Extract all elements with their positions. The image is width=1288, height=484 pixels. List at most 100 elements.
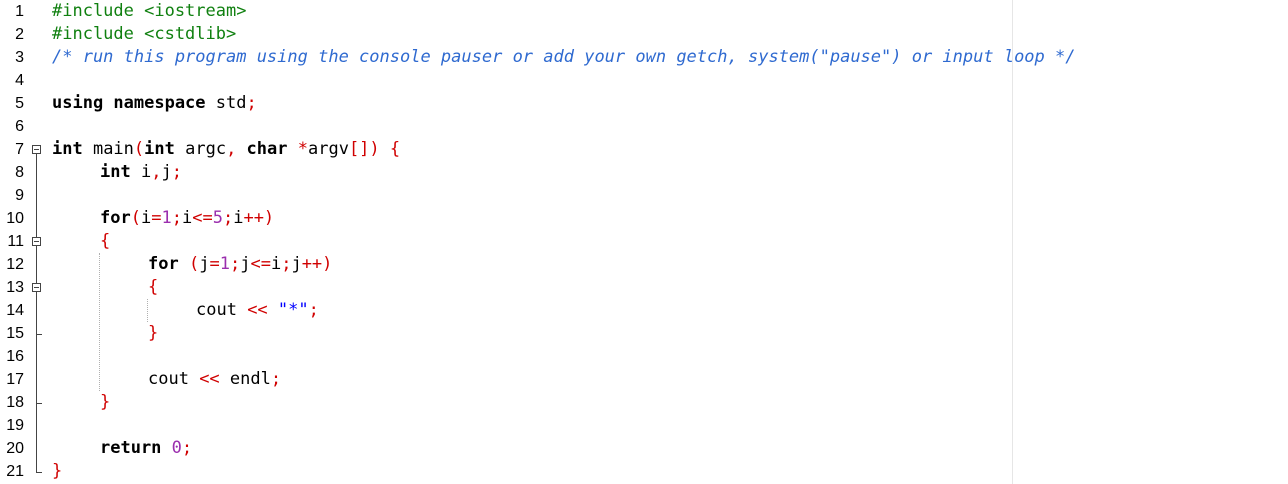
line-number: 7: [15, 141, 24, 158]
identifier: i: [270, 254, 282, 274]
identifier: j: [161, 162, 172, 182]
identifier: endl: [219, 369, 271, 389]
number-literal: 1: [219, 254, 230, 274]
line-number: 12: [6, 256, 24, 273]
code-line-1[interactable]: #include <iostream>: [52, 0, 246, 23]
operator: ;: [281, 254, 292, 274]
code-line-11[interactable]: {: [100, 230, 110, 253]
line-number: 10: [6, 210, 24, 227]
line-number: 11: [7, 233, 24, 250]
operator: ++): [243, 208, 275, 228]
line-number: 6: [15, 118, 24, 135]
line-number: 2: [15, 26, 24, 43]
operator: ,: [151, 162, 162, 182]
code-line-10[interactable]: for(i=1;i<=5;i++): [100, 207, 274, 230]
line-number: 18: [6, 394, 24, 411]
indent-guide: [99, 253, 100, 391]
line-number: 19: [6, 417, 24, 434]
keyword: char: [246, 139, 288, 159]
line-number: 13: [6, 279, 24, 296]
identifier: j: [199, 254, 210, 274]
code-editor[interactable]: 1 2 3 4 5 6 7 8 9 10 11 12 13 14 15 16 1…: [0, 0, 1288, 484]
keyword: using namespace: [52, 93, 206, 113]
right-margin-line: [1012, 0, 1013, 484]
operator: ;: [171, 208, 182, 228]
operator: ;: [171, 162, 182, 182]
operator: ;: [229, 254, 241, 274]
number-literal: 0: [161, 438, 182, 458]
fold-minus-icon[interactable]: [32, 145, 41, 154]
operator: ++): [301, 254, 333, 274]
operator: (: [178, 254, 200, 274]
identifier: j: [240, 254, 251, 274]
operator: =: [209, 254, 220, 274]
code-line-8[interactable]: int i,j;: [100, 161, 182, 184]
brace: }: [100, 392, 111, 412]
identifier: i: [140, 208, 152, 228]
identifier: argc: [174, 139, 227, 159]
keyword: for: [100, 208, 131, 228]
code-line-2[interactable]: #include <cstdlib>: [52, 23, 236, 46]
fold-end-tick: [36, 334, 42, 335]
brace: {: [100, 231, 111, 251]
preprocessor-directive: #include <iostream>: [52, 1, 247, 21]
line-number: 21: [6, 463, 24, 480]
string-literal: "*": [267, 300, 309, 320]
code-line-14[interactable]: cout << "*";: [196, 299, 319, 322]
code-line-7[interactable]: int main(int argc, char *argv[]) {: [52, 138, 400, 161]
operator: (: [133, 139, 145, 159]
fold-line: [36, 154, 37, 472]
keyword: return: [100, 438, 162, 458]
operator: ;: [222, 208, 234, 228]
code-line-3[interactable]: /* run this program using the console pa…: [52, 46, 1076, 69]
line-number: 9: [15, 187, 24, 204]
code-line-12[interactable]: for (j=1;j<=i;j++): [148, 253, 332, 276]
code-line-21[interactable]: }: [52, 460, 62, 483]
operator: ;: [246, 93, 257, 113]
line-number: 17: [6, 371, 24, 388]
operator: ;: [308, 300, 319, 320]
code-line-13[interactable]: {: [148, 276, 158, 299]
line-number: 16: [6, 348, 24, 365]
identifier: argv: [307, 139, 349, 159]
operator: <<: [199, 369, 220, 389]
fold-minus-icon[interactable]: [32, 237, 41, 246]
line-number: 1: [15, 3, 24, 20]
operator: []) {: [348, 139, 401, 159]
identifier: std: [205, 93, 247, 113]
identifier: i: [130, 162, 152, 182]
number-literal: 1: [161, 208, 172, 228]
fold-end-tick: [36, 403, 42, 404]
line-number: 5: [15, 95, 24, 112]
identifier: i: [233, 208, 244, 228]
identifier: i: [181, 208, 193, 228]
operator: ;: [270, 369, 282, 389]
identifier: cout: [196, 300, 248, 320]
code-line-20[interactable]: return 0;: [100, 437, 192, 460]
fold-minus-icon[interactable]: [32, 283, 41, 292]
operator: <<: [247, 300, 268, 320]
operator: *: [287, 139, 308, 159]
operator: (: [130, 208, 141, 228]
line-number: 20: [6, 440, 24, 457]
operator: =: [151, 208, 162, 228]
keyword: int: [52, 139, 83, 159]
code-line-5[interactable]: using namespace std;: [52, 92, 257, 115]
brace: }: [52, 461, 63, 481]
operator: <=: [192, 208, 213, 228]
brace: {: [148, 277, 159, 297]
brace: }: [148, 323, 159, 343]
identifier: j: [291, 254, 302, 274]
line-number: 8: [15, 164, 24, 181]
line-number: 3: [15, 49, 24, 66]
indent-guide: [147, 299, 148, 322]
operator: ,: [226, 139, 247, 159]
line-number: 4: [15, 72, 24, 89]
line-number: 15: [6, 325, 24, 342]
code-line-15[interactable]: }: [148, 322, 158, 345]
fold-end-tick: [36, 472, 42, 473]
keyword: int: [144, 139, 175, 159]
keyword: for: [148, 254, 179, 274]
code-line-18[interactable]: }: [100, 391, 110, 414]
code-line-17[interactable]: cout << endl;: [148, 368, 281, 391]
